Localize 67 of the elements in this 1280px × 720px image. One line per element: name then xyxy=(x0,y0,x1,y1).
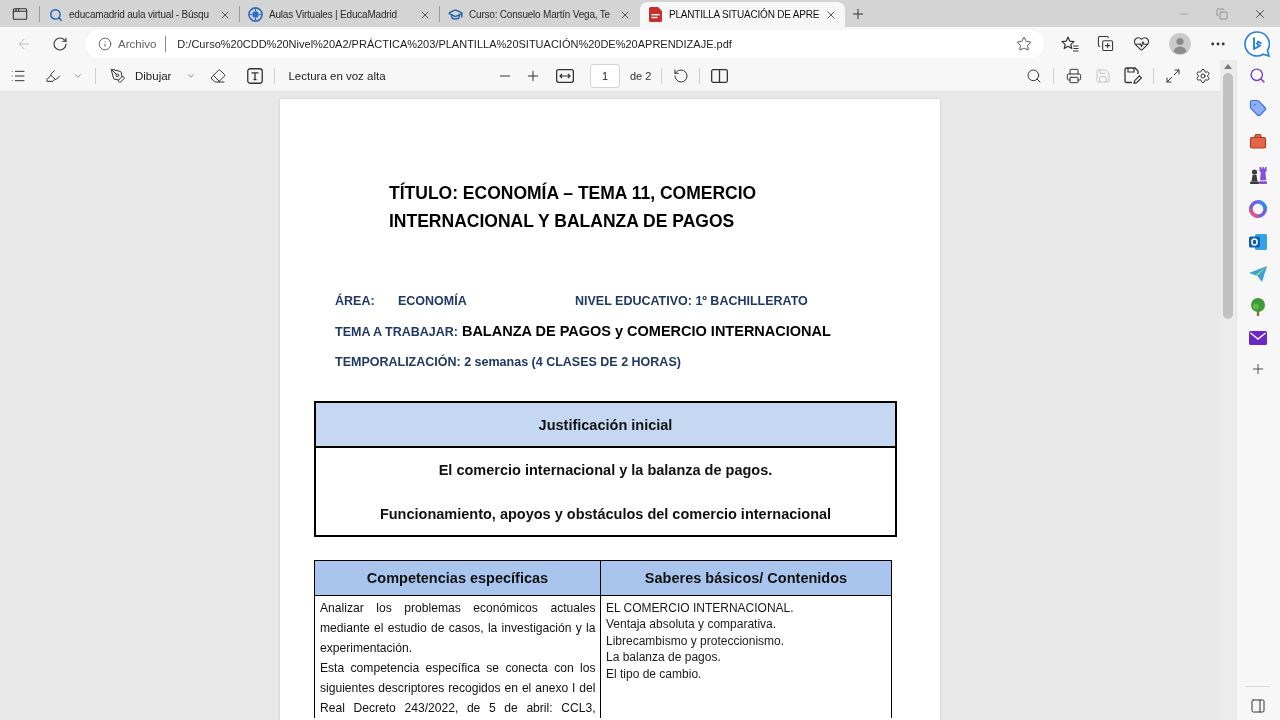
search-icon[interactable] xyxy=(1026,67,1042,84)
tile-icon[interactable] xyxy=(1248,232,1267,251)
field-value: ECONOMÍA xyxy=(398,292,468,310)
eraser-icon[interactable] xyxy=(210,67,227,84)
pen-icon xyxy=(110,67,126,84)
cell-text: Funcionamiento, apoyos y obstáculos del comercio internacional xyxy=(379,505,832,524)
sidebar-toggle-icon[interactable] xyxy=(1249,698,1266,714)
expand-icon[interactable] xyxy=(1165,67,1181,84)
field-value: BALANZA DE PAGOS y COMERCIO INTERNACIONAL xyxy=(461,322,831,341)
search-icon xyxy=(48,7,63,22)
tag-icon[interactable] xyxy=(1248,99,1267,118)
fit-width-icon[interactable] xyxy=(556,68,574,83)
draw-button[interactable]: Dibujar xyxy=(110,67,172,84)
table-header-cell: Justificación inicial xyxy=(316,403,895,448)
floppy-pen-icon[interactable] xyxy=(1124,67,1142,84)
paper-plane-icon[interactable] xyxy=(1248,266,1267,283)
tree-icon[interactable] xyxy=(1250,297,1265,316)
field-text: TEMPORALIZACIÓN: 2 semanas (4 CLASES DE 2 HORAS) xyxy=(335,353,681,371)
cell-text: Analizar los problemas económicos actuales mediante el estudio de casos, la investigación y la experimentación. xyxy=(320,599,596,657)
info-icon[interactable] xyxy=(98,36,112,51)
field-text: NIVEL EDUCATIVO: 1º BACHILLERATO xyxy=(575,293,808,310)
field-label: TEMA A TRABAJAR: xyxy=(335,324,458,341)
cell-text: Ventaja absoluta y comparativa. xyxy=(606,616,778,633)
cell-text: El comercio internacional y la balanza de pagos. xyxy=(438,461,773,480)
rotate-icon[interactable] xyxy=(673,67,690,84)
cell-text: El tipo de cambio. xyxy=(606,665,703,682)
star-icon[interactable] xyxy=(1016,35,1032,52)
heart-pulse-icon[interactable] xyxy=(1133,35,1150,52)
table-header-cell: Competencias específicas xyxy=(315,561,601,596)
scrollbar-thumb[interactable] xyxy=(1223,73,1233,319)
address-bar[interactable]: Archivo D:/Curso%20CDD%20Nivel%20A2/PRÁCTICA%203/PLANTILLA%20SITUACIÓN%20DE%20APRENDIZAJE.pdf xyxy=(86,29,1044,58)
field-label: ÁREA: xyxy=(335,292,376,310)
browser-tab[interactable]: Aulas Virtuales | EducaMadrid xyxy=(240,2,439,27)
cell-text: Librecambismo y proteccionismo. xyxy=(606,632,786,649)
browser-tab[interactable]: educamadrid aula virtual - Búsqu xyxy=(40,2,239,27)
graduation-cap-icon xyxy=(448,7,463,22)
star-list-icon[interactable] xyxy=(1061,35,1079,52)
square-plus-icon[interactable] xyxy=(1097,35,1114,52)
scroll-up-icon[interactable] xyxy=(1224,64,1232,69)
globe-icon xyxy=(248,7,263,22)
browser-tab[interactable]: PLANTILLA SITUACIÓN DE APRE xyxy=(640,2,846,27)
cell-text: La balanza de pagos. xyxy=(606,649,722,666)
pdf-file-icon xyxy=(649,7,662,22)
search-icon[interactable] xyxy=(1249,67,1266,84)
cell-text: EL COMERCIO INTERNACIONAL. xyxy=(606,599,795,616)
read-aloud-button[interactable]: Lectura en voz alta xyxy=(288,69,386,82)
settings-icon[interactable] xyxy=(1195,67,1211,84)
cell-text: Esta competencia específica se conecta con los siguientes descriptores recogidos en el anexo I del Real Decreto 243/2022, de 5 de abril: CCL3, xyxy=(320,659,596,717)
chat-bubble-icon[interactable] xyxy=(1244,30,1270,57)
avatar-icon[interactable] xyxy=(1169,32,1191,55)
printer-icon[interactable] xyxy=(1066,67,1082,84)
page-count: de 2 xyxy=(630,69,652,82)
window-icon[interactable] xyxy=(12,5,28,22)
text-box-icon[interactable] xyxy=(247,67,264,84)
two-page-icon[interactable] xyxy=(711,68,729,83)
site-info-label: Archivo xyxy=(118,37,157,50)
page-number-field[interactable]: 1 xyxy=(590,63,620,88)
document-title: TÍTULO: ECONOMÍA – TEMA 11, COMERCIO INTERNACIONAL Y BALANZA DE PAGOS xyxy=(389,181,758,233)
highlighter-icon[interactable] xyxy=(45,67,61,84)
table-header-cell: Saberes básicos/ Contenidos xyxy=(601,561,891,596)
url-text: D:/Curso%20CDD%20Nivel%20A2/PRÁCTICA%203/PLANTILLA%20SITUACIÓN%20DE%20APRENDIZAJE.pdf xyxy=(177,37,732,50)
refresh-icon[interactable] xyxy=(52,35,68,52)
browser-tab[interactable]: Curso: Consuelo Martín Vega, Te xyxy=(440,2,639,27)
envelope-icon[interactable] xyxy=(1248,331,1267,346)
chess-pieces-icon[interactable] xyxy=(1248,166,1267,185)
briefcase-icon[interactable] xyxy=(1248,132,1267,151)
ring-icon[interactable] xyxy=(1248,199,1267,218)
